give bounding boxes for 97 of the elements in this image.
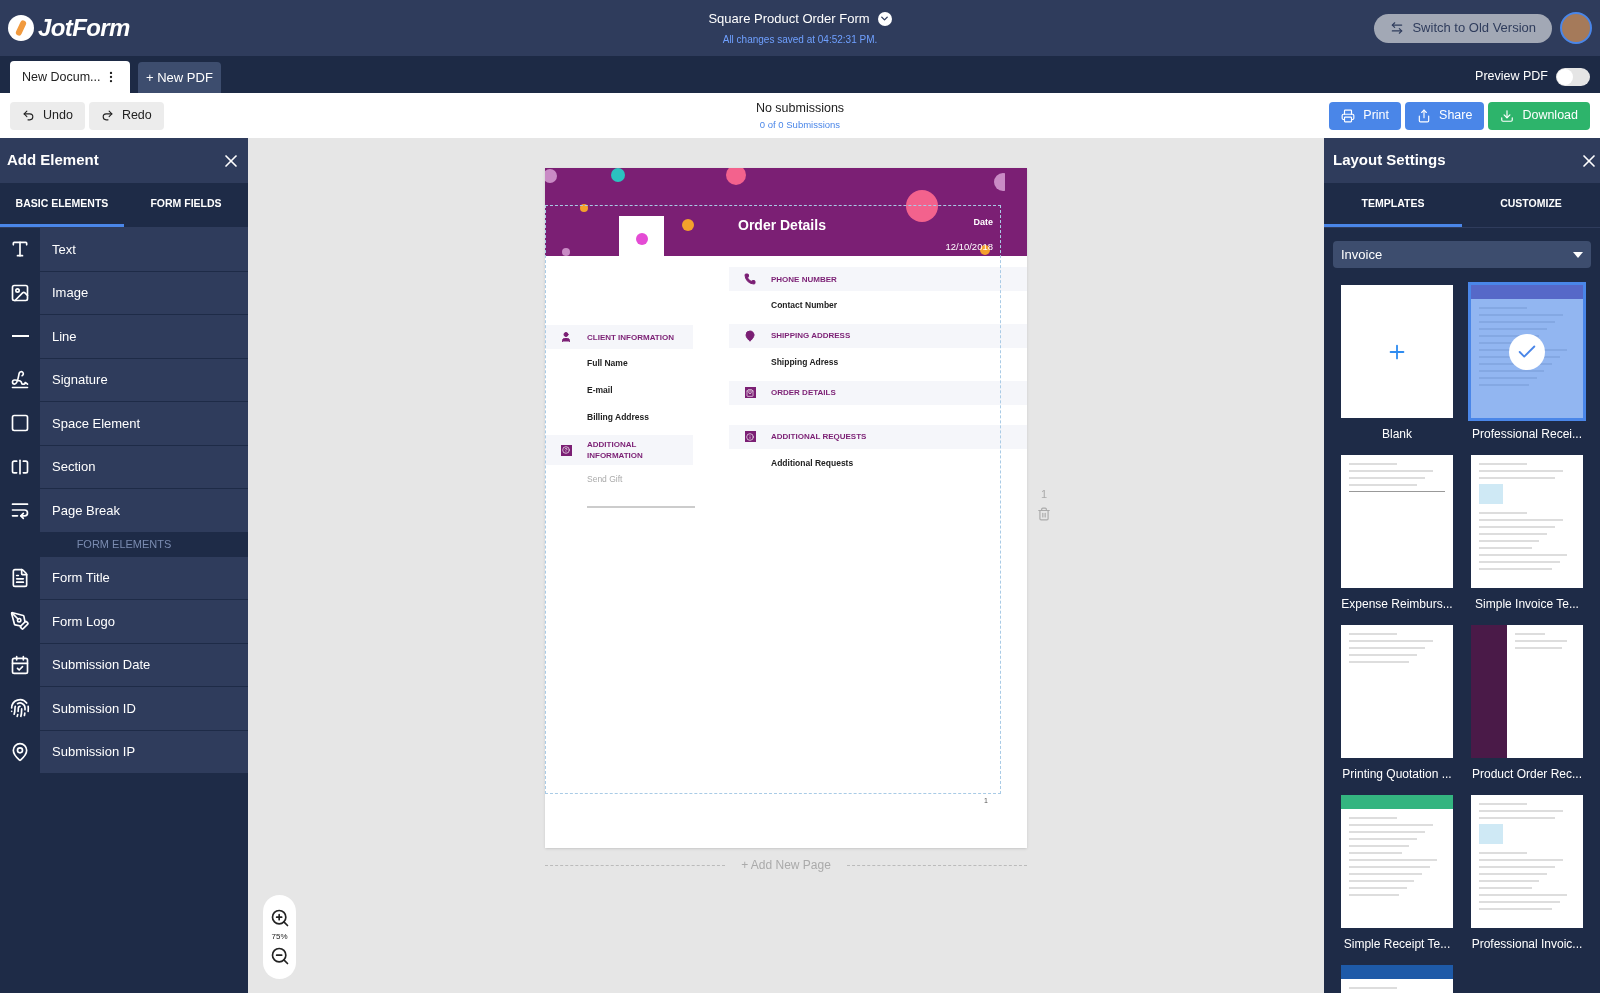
- swap-icon: [1390, 21, 1405, 35]
- section-title: ADDITIONAL REQUESTS: [771, 431, 868, 442]
- line-icon: [11, 335, 29, 338]
- zoom-out-icon[interactable]: [269, 946, 290, 966]
- template-label: Professional Recei...: [1471, 426, 1583, 443]
- template-thumbnail[interactable]: [1471, 795, 1583, 928]
- template-thumbnail[interactable]: [1341, 285, 1453, 418]
- panel-title: Layout Settings: [1333, 150, 1446, 171]
- template-label: Expense Reimburs...: [1341, 596, 1453, 613]
- undo-icon: [22, 109, 35, 122]
- element-item[interactable]: Space Element: [0, 402, 248, 446]
- share-icon: [1417, 108, 1432, 123]
- submissions-status: No submissions: [755, 100, 845, 117]
- switch-version-button[interactable]: Switch to Old Version: [1374, 13, 1552, 43]
- undo-button[interactable]: Undo: [10, 101, 85, 130]
- element-icon: [10, 741, 30, 762]
- group-label: FORM ELEMENTS: [75, 537, 173, 553]
- new-pdf-button[interactable]: + New PDF: [138, 62, 221, 93]
- field-label: Additional Requests: [771, 456, 855, 470]
- template-thumbnail[interactable]: [1471, 625, 1583, 758]
- template-label: Product Order Rec...: [1471, 766, 1582, 783]
- element-icon: [10, 611, 30, 632]
- document-tab[interactable]: New Docum...: [10, 61, 130, 93]
- date-value: 12/10/2018: [945, 239, 993, 254]
- element-item[interactable]: Signature: [0, 358, 248, 402]
- zoom-in-icon[interactable]: [269, 908, 290, 928]
- field-label: Billing Address: [587, 410, 651, 424]
- panel-tab[interactable]: FORM FIELDS: [124, 183, 248, 227]
- element-item[interactable]: Form Logo: [0, 600, 248, 644]
- element-item[interactable]: Page Break: [0, 489, 248, 533]
- element-item[interactable]: Submission Date: [0, 643, 248, 687]
- preview-label: Preview PDF: [1475, 68, 1548, 86]
- field-label: E-mail: [587, 383, 614, 397]
- element-icon: [10, 413, 30, 434]
- panel-tab[interactable]: TEMPLATES: [1324, 183, 1462, 227]
- element-icon: [10, 500, 30, 521]
- element-item[interactable]: Line: [0, 315, 248, 359]
- redo-icon: [100, 109, 114, 122]
- template-thumbnail[interactable]: [1471, 285, 1583, 418]
- field-label: Full Name: [587, 357, 629, 370]
- section-title: SHIPPING ADDRESS: [771, 330, 852, 342]
- section-title: ADDITIONAL INFORMATION: [587, 439, 644, 462]
- element-icon: [10, 282, 30, 303]
- gift-input-field[interactable]: Send Gift: [587, 473, 695, 508]
- page-title: Order Details: [738, 216, 826, 235]
- check-icon: [1509, 333, 1545, 370]
- element-item[interactable]: Submission IP: [0, 730, 248, 774]
- panel-tab[interactable]: CUSTOMIZE: [1462, 183, 1600, 227]
- submissions-link[interactable]: 0 of 0 Submissions: [759, 117, 841, 132]
- element-item[interactable]: Text: [0, 228, 248, 272]
- template-label: Blank: [1382, 426, 1412, 443]
- element-item[interactable]: Section: [0, 445, 248, 489]
- template-thumbnail[interactable]: [1471, 455, 1583, 588]
- element-icon: [10, 698, 30, 719]
- template-label: Simple Receipt Te...: [1343, 936, 1451, 953]
- info-icon: [744, 431, 756, 442]
- bag-icon: [744, 387, 756, 398]
- share-button[interactable]: Share: [1405, 101, 1485, 130]
- template-thumbnail[interactable]: [1341, 625, 1453, 758]
- element-icon: [10, 369, 30, 390]
- pin-icon: [744, 329, 756, 342]
- field-label: Contact Number: [771, 299, 839, 312]
- element-item[interactable]: Submission ID: [0, 687, 248, 731]
- zoom-level: 75%: [271, 931, 288, 943]
- section-title: CLIENT INFORMATION: [587, 331, 675, 343]
- section-title: ORDER DETAILS: [771, 387, 837, 398]
- section-title: PHONE NUMBER: [771, 273, 838, 285]
- phone-icon: [744, 273, 756, 285]
- element-icon: [10, 239, 30, 260]
- print-icon: [1341, 108, 1356, 123]
- logo-icon: [8, 15, 34, 41]
- element-icon: [10, 567, 30, 588]
- avatar[interactable]: [1560, 12, 1592, 44]
- redo-button[interactable]: Redo: [88, 101, 164, 130]
- form-title: Square Product Order Form: [708, 9, 870, 28]
- page-index: 1: [1040, 487, 1048, 502]
- template-label: Printing Quotation ...: [1342, 766, 1452, 783]
- logo-text: JotForm: [38, 13, 130, 43]
- template-label: Simple Invoice Te...: [1475, 596, 1579, 613]
- template-thumbnail[interactable]: [1341, 455, 1453, 588]
- save-status: All changes saved at 04:52:31 PM.: [722, 33, 878, 48]
- preview-toggle[interactable]: [1556, 67, 1590, 86]
- date-label: Date: [973, 216, 993, 229]
- download-icon: [1500, 108, 1515, 123]
- print-button[interactable]: Print: [1329, 101, 1402, 130]
- person-icon: [560, 331, 572, 343]
- template-thumbnail[interactable]: [1341, 795, 1453, 928]
- element-icon: [10, 654, 30, 675]
- question-icon: [560, 444, 572, 456]
- field-label: Shipping Adress: [771, 355, 840, 369]
- dropdown-icon[interactable]: [877, 11, 892, 26]
- panel-title: Add Element: [7, 150, 99, 171]
- element-item[interactable]: Image: [0, 271, 248, 315]
- category-select[interactable]: Invoice: [1333, 241, 1591, 268]
- element-item[interactable]: Form Title: [0, 556, 248, 600]
- template-label: Professional Invoic...: [1471, 936, 1583, 953]
- caret-icon: [1573, 251, 1583, 258]
